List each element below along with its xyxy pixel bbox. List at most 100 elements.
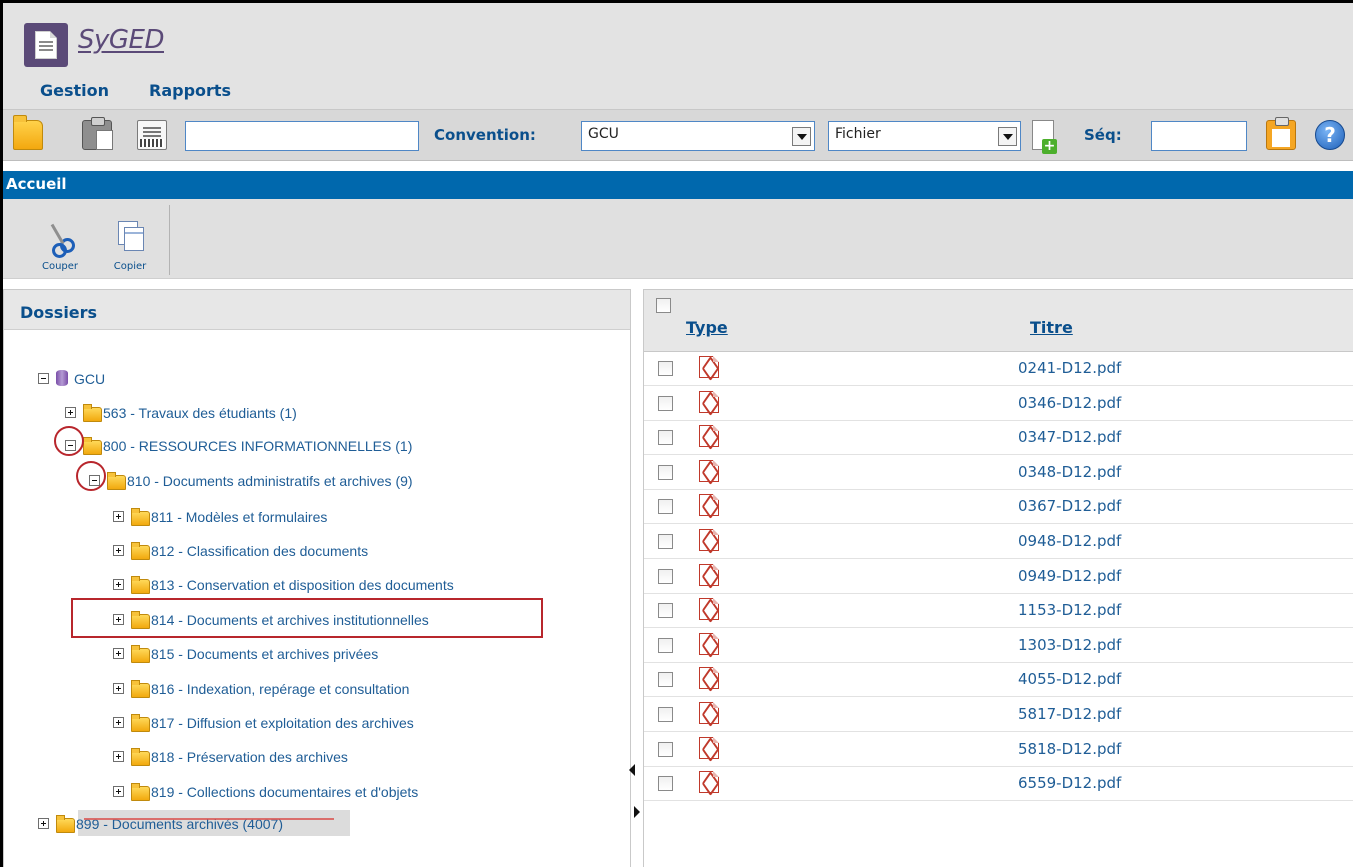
table-row[interactable]: 0241-D12.pdf: [644, 352, 1353, 386]
table-row[interactable]: 1303-D12.pdf: [644, 628, 1353, 663]
row-checkbox[interactable]: [658, 776, 673, 792]
pdf-icon: [699, 632, 719, 655]
expand-toggle-icon[interactable]: [113, 579, 124, 590]
tree-item-563[interactable]: 563 - Travaux des étudiants (1): [4, 404, 404, 424]
app-header: SyGED Gestion Rapports: [3, 3, 1353, 113]
table-row[interactable]: 1153-D12.pdf: [644, 594, 1353, 629]
document-title-link[interactable]: 0346-D12.pdf: [1018, 394, 1121, 412]
document-title-link[interactable]: 0367-D12.pdf: [1018, 497, 1121, 515]
expand-toggle-icon[interactable]: [113, 648, 124, 659]
expand-toggle-icon[interactable]: [65, 407, 76, 418]
row-checkbox[interactable]: [658, 637, 673, 653]
table-row[interactable]: 0949-D12.pdf: [644, 559, 1353, 594]
seq-input[interactable]: [1151, 121, 1247, 151]
pdf-icon: [699, 356, 719, 378]
row-checkbox[interactable]: [658, 361, 673, 376]
help-icon[interactable]: ?: [1315, 120, 1345, 150]
expand-toggle-icon[interactable]: [113, 683, 124, 694]
table-row[interactable]: 0347-D12.pdf: [644, 421, 1353, 456]
row-checkbox[interactable]: [658, 430, 673, 446]
table-row[interactable]: 4055-D12.pdf: [644, 663, 1353, 698]
select-all-checkbox[interactable]: [656, 298, 671, 313]
tree-item-819[interactable]: 819 - Collections documentaires et d'obj…: [4, 783, 504, 803]
row-checkbox[interactable]: [658, 568, 673, 584]
table-row[interactable]: 5818-D12.pdf: [644, 732, 1353, 767]
table-row[interactable]: 0948-D12.pdf: [644, 525, 1353, 559]
folder-icon: [56, 815, 75, 833]
tree-root-gcu[interactable]: GCU: [4, 370, 304, 390]
convention-select[interactable]: GCU: [581, 121, 815, 151]
folder-icon: [107, 472, 126, 490]
tree-item-811[interactable]: 811 - Modèles et formulaires: [4, 508, 404, 528]
row-checkbox[interactable]: [658, 741, 673, 757]
cut-button[interactable]: Couper: [30, 207, 90, 275]
tree-item-813[interactable]: 813 - Conservation et disposition des do…: [4, 576, 524, 596]
expand-toggle-icon[interactable]: [113, 717, 124, 728]
row-checkbox[interactable]: [658, 395, 673, 411]
row-checkbox[interactable]: [658, 464, 673, 480]
document-title-link[interactable]: 0348-D12.pdf: [1018, 463, 1121, 481]
expand-toggle-icon[interactable]: [113, 511, 124, 522]
scanner-icon[interactable]: [137, 120, 167, 150]
expand-toggle-icon[interactable]: [113, 545, 124, 556]
copy-button[interactable]: Copier: [100, 207, 160, 275]
collapse-right-icon[interactable]: [634, 806, 640, 818]
menu-gestion[interactable]: Gestion: [40, 81, 109, 100]
document-title-link[interactable]: 4055-D12.pdf: [1018, 670, 1121, 688]
chevron-down-icon[interactable]: [998, 127, 1017, 146]
paste-clipboard-icon[interactable]: [1266, 117, 1296, 150]
document-title-link[interactable]: 0948-D12.pdf: [1018, 532, 1121, 550]
row-checkbox[interactable]: [658, 603, 673, 619]
copy-icon: [118, 221, 144, 251]
tree-item-815[interactable]: 815 - Documents et archives privées: [4, 645, 464, 665]
new-document-icon[interactable]: [1032, 120, 1057, 154]
database-icon: [56, 370, 68, 386]
document-title-link[interactable]: 1303-D12.pdf: [1018, 636, 1121, 654]
folders-pane-header: Dossiers: [4, 290, 630, 330]
tree-item-812[interactable]: 812 - Classification des documents: [4, 542, 424, 562]
folder-icon: [131, 783, 150, 801]
row-checkbox[interactable]: [658, 672, 673, 688]
annotation-highlight-box: [71, 598, 543, 638]
tree-item-label: 810 - Documents administratifs et archiv…: [127, 473, 413, 489]
chevron-down-icon[interactable]: [792, 127, 811, 146]
folder-icon: [131, 680, 150, 698]
table-row[interactable]: 0346-D12.pdf: [644, 386, 1353, 421]
document-title-link[interactable]: 6559-D12.pdf: [1018, 774, 1121, 792]
document-title-link[interactable]: 1153-D12.pdf: [1018, 601, 1121, 619]
search-input[interactable]: [185, 121, 419, 151]
seq-label: Séq:: [1084, 126, 1122, 144]
collapse-toggle-icon[interactable]: [38, 373, 49, 384]
menu-rapports[interactable]: Rapports: [149, 81, 231, 100]
tree-item-816[interactable]: 816 - Indexation, repérage et consultati…: [4, 680, 484, 700]
collapse-left-icon[interactable]: [629, 764, 635, 776]
expand-toggle-icon[interactable]: [113, 786, 124, 797]
tree-item-818[interactable]: 818 - Préservation des archives: [4, 748, 424, 768]
table-row[interactable]: 0367-D12.pdf: [644, 490, 1353, 525]
row-checkbox[interactable]: [658, 534, 673, 549]
document-title-link[interactable]: 5817-D12.pdf: [1018, 705, 1121, 723]
table-row[interactable]: 6559-D12.pdf: [644, 767, 1353, 802]
column-type[interactable]: Type: [686, 318, 728, 337]
tree-item-label: 815 - Documents et archives privées: [151, 646, 379, 662]
clipboard-scan-icon[interactable]: [82, 117, 113, 150]
app-window: SyGED Gestion Rapports Convention: GCU F…: [0, 0, 1353, 867]
table-row[interactable]: 5817-D12.pdf: [644, 698, 1353, 732]
document-title-link[interactable]: 0949-D12.pdf: [1018, 567, 1121, 585]
tree-item-label: 813 - Conservation et disposition des do…: [151, 577, 454, 593]
document-title-link[interactable]: 0347-D12.pdf: [1018, 428, 1121, 446]
type-select[interactable]: Fichier: [828, 121, 1021, 151]
expand-toggle-icon[interactable]: [38, 818, 49, 829]
column-titre[interactable]: Titre: [1030, 318, 1073, 337]
pdf-icon: [699, 771, 719, 794]
folder-icon[interactable]: [13, 115, 43, 150]
row-checkbox[interactable]: [658, 707, 673, 722]
tree-item-817[interactable]: 817 - Diffusion et exploitation des arch…: [4, 714, 504, 734]
folder-icon: [131, 576, 150, 594]
row-checkbox[interactable]: [658, 499, 673, 515]
expand-toggle-icon[interactable]: [113, 751, 124, 762]
table-row[interactable]: 0348-D12.pdf: [644, 455, 1353, 490]
document-title-link[interactable]: 5818-D12.pdf: [1018, 740, 1121, 758]
cut-label: Couper: [41, 261, 79, 272]
document-title-link[interactable]: 0241-D12.pdf: [1018, 359, 1121, 377]
